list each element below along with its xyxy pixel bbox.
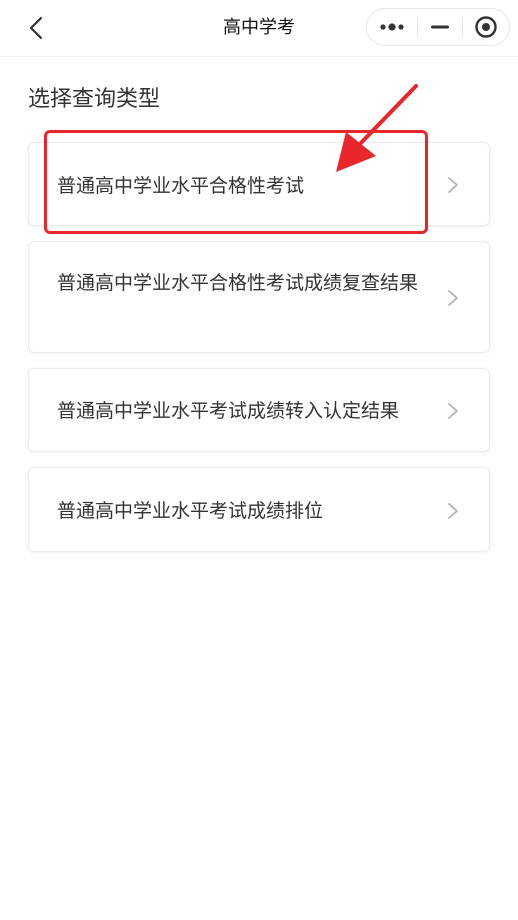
chevron-right-icon — [448, 403, 458, 419]
minimize-button[interactable] — [418, 9, 462, 45]
option-review-result[interactable]: 普通高中学业水平合格性考试成绩复查结果 — [28, 241, 490, 353]
option-score-ranking[interactable]: 普通高中学业水平考试成绩排位 — [28, 467, 490, 552]
minimize-icon — [431, 25, 449, 29]
chevron-right-icon — [448, 290, 458, 306]
chevron-right-icon — [448, 177, 458, 193]
close-button[interactable] — [463, 9, 509, 45]
section-title: 选择查询类型 — [28, 87, 161, 112]
option-label: 普通高中学业水平合格性考试 — [57, 175, 305, 197]
target-circle-icon — [475, 16, 497, 38]
option-label: 普通高中学业水平考试成绩排位 — [57, 500, 324, 522]
option-qualification-exam[interactable]: 普通高中学业水平合格性考试 — [28, 142, 490, 226]
navigation-bar: 高中学考 — [0, 0, 518, 57]
option-transfer-recognition[interactable]: 普通高中学业水平考试成绩转入认定结果 — [28, 368, 490, 452]
chevron-right-icon — [448, 503, 458, 519]
mini-program-capsule — [366, 8, 510, 46]
option-label: 普通高中学业水平考试成绩转入认定结果 — [57, 400, 400, 422]
option-label: 普通高中学业水平合格性考试成绩复查结果 — [57, 272, 419, 294]
more-button[interactable] — [367, 9, 417, 45]
more-dots-icon — [380, 23, 404, 31]
